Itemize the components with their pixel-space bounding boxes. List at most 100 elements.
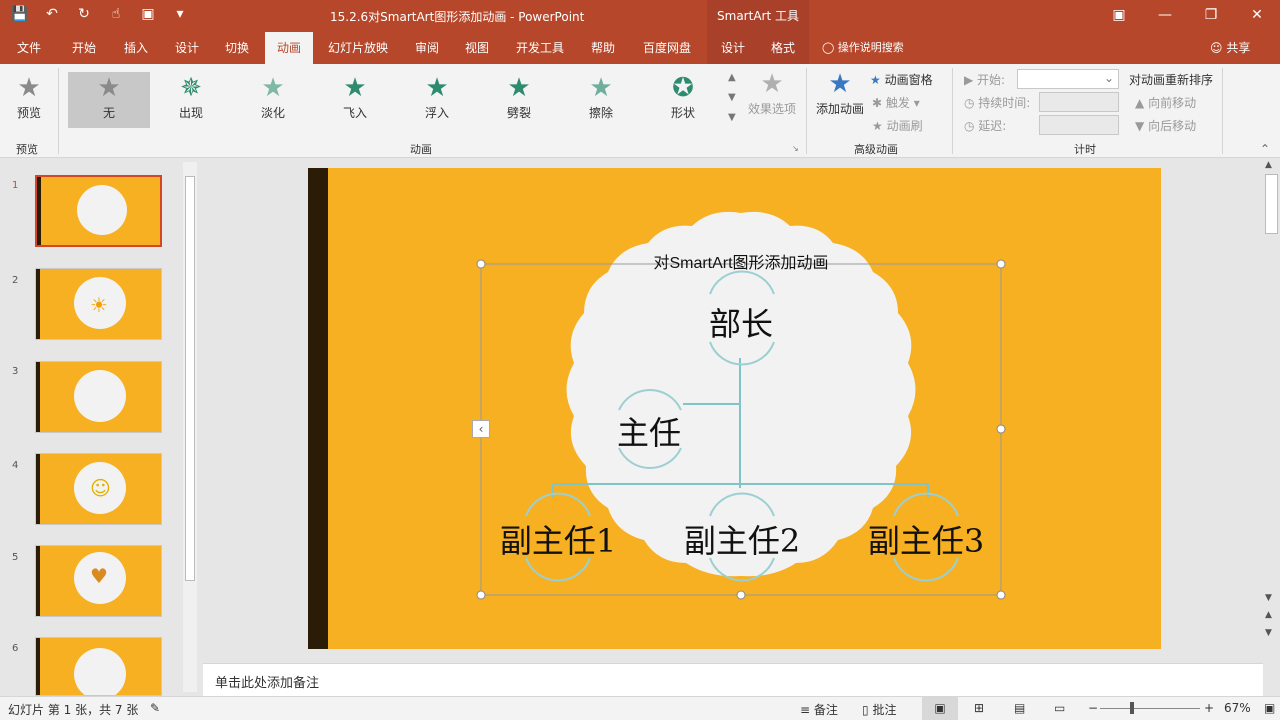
close-icon[interactable]: ✕ [1234,0,1280,32]
fit-slide-icon[interactable]: ▣ [1264,701,1275,715]
move-later-button[interactable]: ▼ 向后移动 [1135,117,1196,134]
gallery-scroll-up-icon[interactable]: ▲ [728,72,736,83]
anim-wipe[interactable]: ★ 擦除 [560,72,642,128]
gallery-scroll-down-icon[interactable]: ▼ [728,92,736,103]
minimize-icon[interactable]: — [1142,0,1188,32]
thumb-bar [36,269,40,339]
text-pane-toggle-icon[interactable]: ‹ [472,420,490,438]
tab-insert[interactable]: 插入 [114,32,158,64]
slide-thumbnail-4[interactable]: ☺ [35,453,162,525]
trigger-button[interactable]: ✱ 触发 ▾ [872,94,920,111]
tab-design[interactable]: 设计 [166,32,208,64]
node-bottom-1[interactable]: 副主任1 [488,516,628,562]
comments-button[interactable]: ▯ 批注 [862,701,896,718]
anim-appear[interactable]: ✵ 出现 [150,72,232,128]
anim-shape[interactable]: ✪ 形状 [642,72,724,128]
gallery-more-icon[interactable]: ▼ [728,112,736,123]
zoom-slider-thumb[interactable] [1130,702,1134,714]
animation-painter-button[interactable]: ★ 动画刷 [872,117,923,134]
slide-thumbnail-5[interactable]: ♥ [35,545,162,617]
tab-review[interactable]: 审阅 [406,32,448,64]
restore-icon[interactable]: ❐ [1188,0,1234,32]
tab-baidu-netdisk[interactable]: 百度网盘 [632,32,702,64]
tab-smartart-format[interactable]: 格式 [762,32,804,64]
slide-sorter-icon[interactable]: ⊞ [974,701,984,715]
tab-smartart-design[interactable]: 设计 [712,32,754,64]
notes-placeholder: 单击此处添加备注 [215,676,320,691]
redo-icon[interactable]: ↻ [74,6,94,22]
document-title: 15.2.6对SmartArt图形添加动画 - PowerPoint [330,10,585,24]
undo-icon[interactable]: ↶ [42,6,62,22]
zoom-out-icon[interactable]: − [1088,701,1098,715]
node-bottom-3[interactable]: 副主任3 [856,516,996,562]
scrollbar-thumb[interactable] [185,176,195,581]
slide-thumbnail-3[interactable] [35,361,162,433]
slide-title[interactable]: 对SmartArt图形添加动画 [621,249,861,273]
move-earlier-button[interactable]: ▲ 向前移动 [1135,94,1196,111]
slide-thumbnail-2[interactable]: ☀ [35,268,162,340]
previous-slide-icon[interactable]: ▲ [1265,610,1272,620]
normal-view-icon[interactable]: ▣ [922,697,958,720]
notes-pane[interactable]: 单击此处添加备注 [203,663,1263,696]
resize-handle [996,590,1006,600]
reading-view-icon[interactable]: ▤ [1014,701,1025,715]
tab-slideshow[interactable]: 幻灯片放映 [322,32,394,64]
tell-me-search[interactable]: ◯ 操作说明搜索 [822,32,904,64]
editor-scrollbar[interactable]: ▲ ▼ ▲ ▼ [1263,158,1280,696]
tab-transitions[interactable]: 切换 [216,32,258,64]
node-mid[interactable]: 主任 [599,408,699,454]
thumb-shape [74,370,126,422]
effect-options-button[interactable]: ★ 效果选项 [744,68,800,124]
preview-button[interactable]: ★ 预览 [6,72,52,128]
ribbon-display-icon[interactable]: ▣ [1096,0,1142,32]
spelling-icon[interactable]: ✎ [150,701,160,715]
thumb-shape [77,185,127,235]
duration-text: 持续时间: [978,96,1031,110]
anim-fly-in[interactable]: ★ 飞入 [314,72,396,128]
present-icon[interactable]: ▣ [138,6,158,22]
slide-count: 幻灯片 第 1 张，共 7 张 [8,703,139,717]
node-top[interactable]: 部长 [691,299,791,345]
slide-number: 2 [12,275,19,286]
tab-developer[interactable]: 开发工具 [508,32,572,64]
touch-icon[interactable]: ☝ [106,6,126,22]
share-button[interactable]: ☺ 共享 [1210,32,1250,64]
delay-spinner[interactable] [1039,115,1119,135]
ribbon-tab-bar: 文件 开始 插入 设计 切换 动画 幻灯片放映 审阅 视图 开发工具 帮助 百度… [0,32,1280,64]
current-slide[interactable]: ‹ 对SmartArt图形添加动画 部长 主任 副主任1 副主任2 副主任3 [308,168,1161,649]
anim-fade[interactable]: ★ 淡化 [232,72,314,128]
scroll-up-icon[interactable]: ▲ [1265,160,1272,170]
thumb-bar [36,454,40,524]
tab-file[interactable]: 文件 [8,32,50,64]
slide-number: 3 [12,366,19,377]
anim-split[interactable]: ★ 劈裂 [478,72,560,128]
tab-view[interactable]: 视图 [456,32,498,64]
scroll-down-icon[interactable]: ▼ [1265,593,1272,603]
zoom-level[interactable]: 67% [1224,701,1251,715]
anim-none[interactable]: ★ 无 [68,72,150,128]
duration-spinner[interactable] [1039,92,1119,112]
zoom-in-icon[interactable]: + [1204,701,1214,715]
next-slide-icon[interactable]: ▼ [1265,628,1272,638]
dialog-launcher-icon[interactable]: ↘ [792,144,799,153]
slide-thumbnail-6[interactable] [35,637,162,696]
slideshow-icon[interactable]: ▭ [1054,701,1065,715]
person-icon: ☺ [1210,41,1223,55]
scrollbar-thumb[interactable] [1265,174,1278,234]
collapse-ribbon-icon[interactable]: ⌃ [1260,142,1270,156]
zoom-slider[interactable] [1100,708,1200,709]
customize-icon[interactable]: ▾ [170,6,190,22]
add-animation-button[interactable]: ★ 添加动画 [812,68,868,124]
resize-handle [996,259,1006,269]
slide-thumbnail-1[interactable] [35,175,162,247]
tab-animations[interactable]: 动画 [265,32,313,64]
anim-float-in[interactable]: ★ 浮入 [396,72,478,128]
tab-help[interactable]: 帮助 [582,32,624,64]
notes-button[interactable]: ≡ 备注 [800,701,838,718]
animation-pane-button[interactable]: ★ 动画窗格 [870,71,933,88]
start-dropdown[interactable]: ⌄ [1017,69,1119,89]
tab-home[interactable]: 开始 [62,32,106,64]
save-icon[interactable]: 💾 [10,6,30,22]
thumbnail-scrollbar[interactable] [183,162,197,692]
node-bottom-2[interactable]: 副主任2 [672,516,812,562]
